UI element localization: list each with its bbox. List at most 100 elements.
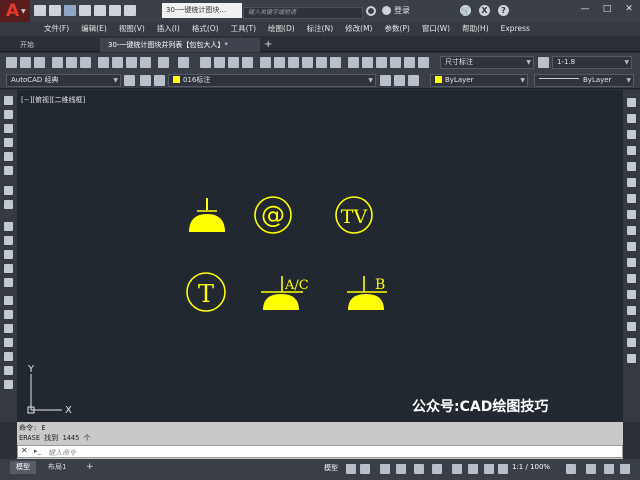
new-tab-button[interactable]: + <box>264 39 272 51</box>
multileader-style-icon[interactable] <box>390 57 401 68</box>
menu-help[interactable]: 帮助(H) <box>456 22 495 36</box>
layer-state-icon[interactable] <box>154 75 165 86</box>
copy-icon[interactable] <box>112 57 123 68</box>
add-layout-button[interactable]: + <box>80 461 100 474</box>
open-file-icon[interactable] <box>49 5 61 16</box>
application-menu-button[interactable]: A ▼ <box>0 0 30 22</box>
tab-start[interactable]: 开始 <box>12 38 97 52</box>
dim-style-icon[interactable] <box>362 57 373 68</box>
construction-line-icon[interactable] <box>4 110 13 119</box>
region-icon[interactable] <box>4 338 13 347</box>
move-icon[interactable] <box>627 178 636 187</box>
save-as-icon[interactable] <box>79 5 91 16</box>
search-input[interactable]: 键入关键字或短语 <box>243 7 363 19</box>
extend-icon[interactable] <box>627 258 636 267</box>
revision-cloud-icon[interactable] <box>4 200 13 209</box>
gear-icon[interactable] <box>124 75 135 86</box>
selection-cycling-icon[interactable] <box>484 464 494 474</box>
ellipse-arc-icon[interactable] <box>4 250 13 259</box>
menu-modify[interactable]: 修改(M) <box>339 22 378 36</box>
save-icon[interactable] <box>34 57 45 68</box>
print-preview-icon[interactable] <box>66 57 77 68</box>
hatch-icon[interactable] <box>4 310 13 319</box>
make-block-icon[interactable] <box>4 278 13 287</box>
linetype-dropdown[interactable]: ByLayer ▼ <box>534 74 634 87</box>
layer-previous-icon[interactable] <box>394 75 405 86</box>
gradient-icon[interactable] <box>4 324 13 333</box>
transparency-icon[interactable] <box>468 464 478 474</box>
grid-icon[interactable] <box>346 464 356 474</box>
open-icon[interactable] <box>20 57 31 68</box>
cut-icon[interactable] <box>98 57 109 68</box>
add-selected-icon[interactable] <box>4 380 13 389</box>
line-icon[interactable] <box>4 96 13 105</box>
layer-dropdown[interactable]: 016标注 ▼ <box>168 74 376 87</box>
scale-icon[interactable] <box>538 57 549 68</box>
menu-express[interactable]: Express <box>495 22 536 36</box>
trim-icon[interactable] <box>627 242 636 251</box>
ac-light-symbol[interactable]: A/C <box>261 276 309 310</box>
menu-window[interactable]: 窗口(W) <box>416 22 456 36</box>
redo-icon[interactable] <box>124 5 136 16</box>
markup-icon[interactable] <box>316 57 327 68</box>
polar-icon[interactable] <box>396 464 406 474</box>
new-icon[interactable] <box>6 57 17 68</box>
table-style-icon[interactable] <box>376 57 387 68</box>
calculator-icon[interactable] <box>330 57 341 68</box>
search-icon[interactable] <box>366 6 376 16</box>
menu-draw[interactable]: 绘图(D) <box>262 22 301 36</box>
color-dropdown[interactable]: ByLayer ▼ <box>430 74 528 87</box>
publish-icon[interactable] <box>80 57 91 68</box>
menu-view[interactable]: 视图(V) <box>113 22 151 36</box>
sheet-set-icon[interactable] <box>302 57 313 68</box>
menu-file[interactable]: 文件(F) <box>38 22 75 36</box>
menu-tools[interactable]: 工具(T) <box>225 22 262 36</box>
pan-icon[interactable] <box>200 57 211 68</box>
menu-dimension[interactable]: 标注(N) <box>301 22 339 36</box>
tab-layout1[interactable]: 布局1 <box>42 461 72 474</box>
explode-icon[interactable] <box>627 354 636 363</box>
network-outlet-symbol[interactable]: @ <box>254 196 292 234</box>
join-icon[interactable] <box>627 290 636 299</box>
paste-icon[interactable] <box>126 57 137 68</box>
multiline-text-icon[interactable] <box>4 366 13 375</box>
text-style-icon[interactable] <box>348 57 359 68</box>
telephone-outlet-symbol[interactable]: T <box>186 272 226 312</box>
customize-icon[interactable] <box>620 464 630 474</box>
gear-icon[interactable] <box>566 464 576 474</box>
user-icon[interactable] <box>382 6 391 15</box>
match-properties-icon[interactable] <box>140 57 151 68</box>
erase-icon[interactable] <box>627 98 636 107</box>
osnap-icon[interactable] <box>414 464 424 474</box>
menu-insert[interactable]: 插入(I) <box>151 22 186 36</box>
plot-icon[interactable] <box>94 5 106 16</box>
cart-icon[interactable]: 🛒 <box>460 5 471 16</box>
zoom-previous-icon[interactable] <box>242 57 253 68</box>
redo-icon[interactable] <box>178 57 189 68</box>
annotation-scale-dropdown[interactable]: 1:1 / 100% <box>512 463 550 471</box>
annotation-scale-icon[interactable] <box>498 464 508 474</box>
pendant-light-symbol[interactable] <box>189 198 225 232</box>
dim-style-dropdown[interactable]: 尺寸标注 ▼ <box>440 56 534 69</box>
scale-object-icon[interactable] <box>627 210 636 219</box>
close-button[interactable]: ✕ <box>618 0 640 18</box>
ortho-icon[interactable] <box>380 464 390 474</box>
isolate-objects-icon[interactable] <box>586 464 596 474</box>
rectangle-icon[interactable] <box>4 152 13 161</box>
spline-icon[interactable] <box>4 222 13 231</box>
insert-block-icon[interactable] <box>4 264 13 273</box>
point-icon[interactable] <box>4 296 13 305</box>
make-current-layer-icon[interactable] <box>380 75 391 86</box>
stretch-icon[interactable] <box>627 226 636 235</box>
minimize-button[interactable]: — <box>574 0 596 18</box>
clean-screen-icon[interactable] <box>604 464 614 474</box>
rotate-icon[interactable] <box>627 194 636 203</box>
tab-model[interactable]: 模型 <box>10 461 36 474</box>
mirror-icon[interactable] <box>627 130 636 139</box>
undo-icon[interactable] <box>109 5 121 16</box>
text-icon[interactable] <box>418 57 429 68</box>
polyline-icon[interactable] <box>4 124 13 133</box>
new-file-icon[interactable] <box>34 5 46 16</box>
layer-properties-icon[interactable] <box>140 75 151 86</box>
design-center-icon[interactable] <box>274 57 285 68</box>
